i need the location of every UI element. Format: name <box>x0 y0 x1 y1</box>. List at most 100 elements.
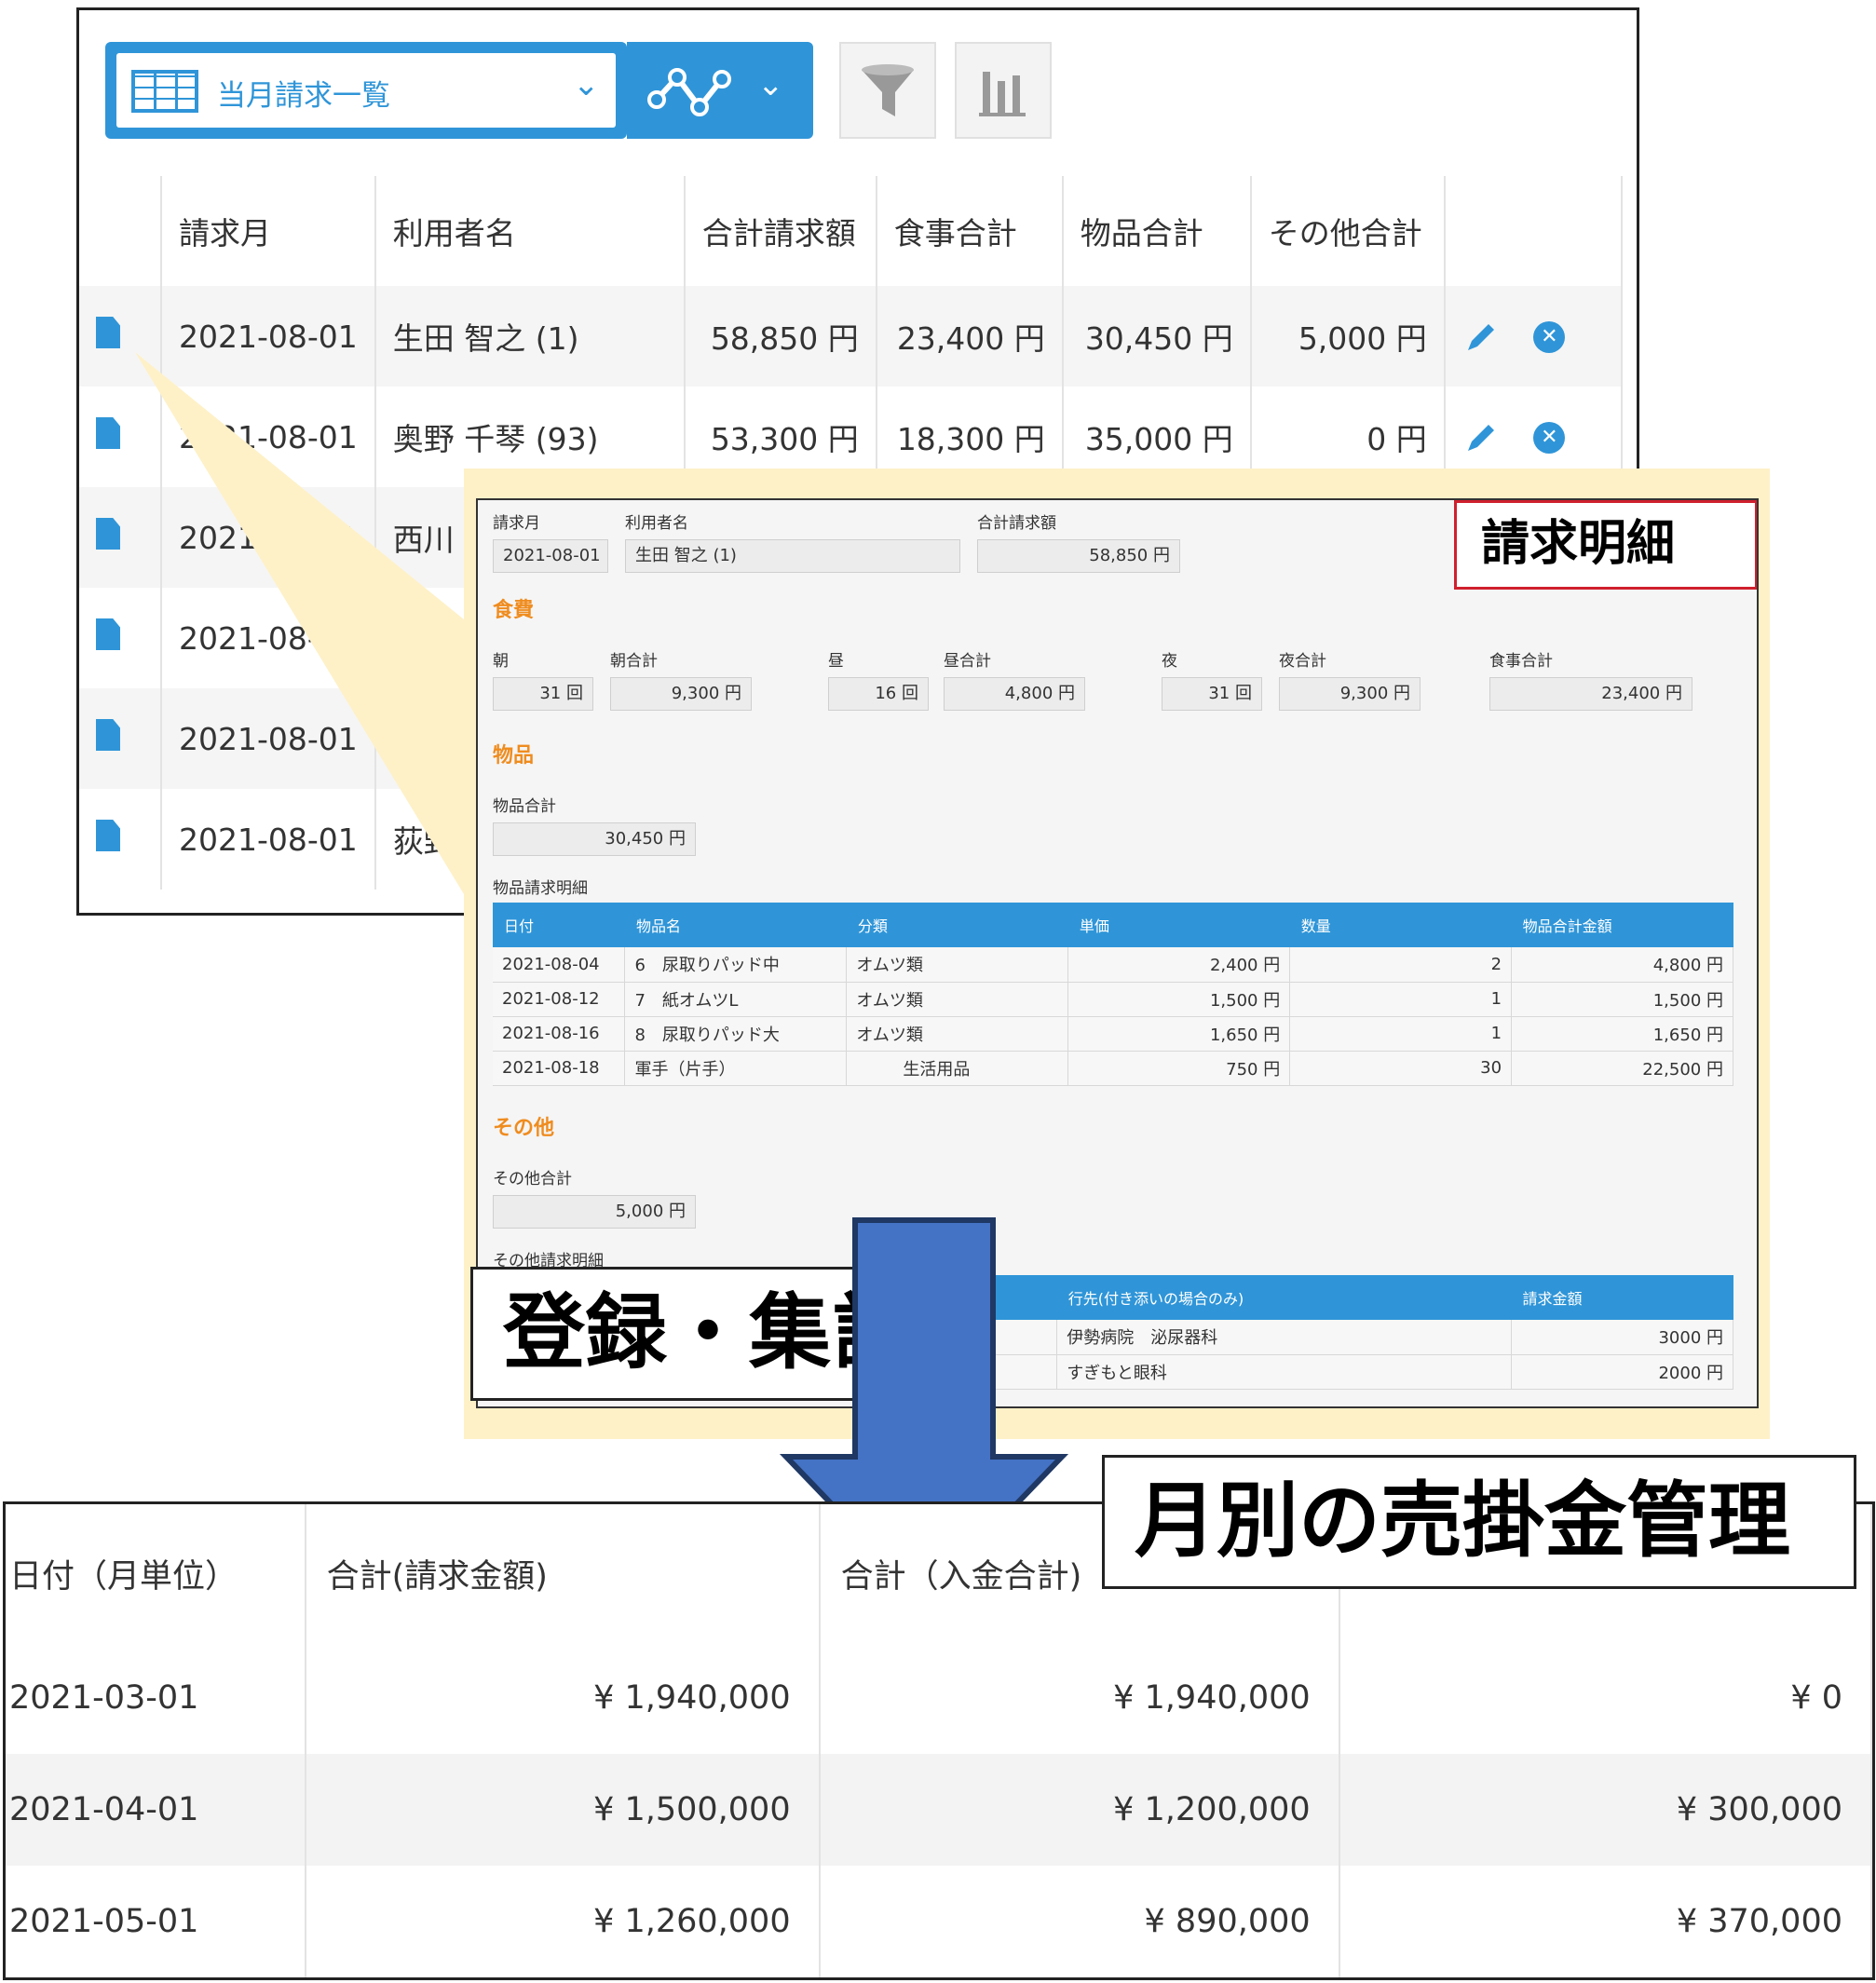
column-header: 分類 <box>846 903 1068 947</box>
cell-balance: ¥ 0 <box>1339 1642 1872 1754</box>
field-label: 食事合計 <box>1489 652 1553 671</box>
cell-month: 2021-05-01 <box>6 1866 306 1977</box>
cell-item: 軍手（片手） <box>624 1051 848 1086</box>
cell-date: 2021-08-18 <box>493 1051 626 1086</box>
column-header: 単価 <box>1067 903 1290 947</box>
graph-menu-button[interactable]: ⌄ <box>627 42 813 139</box>
cell-billed: ¥ 1,260,000 <box>305 1866 821 1977</box>
column-header[interactable]: 利用者名 <box>374 176 686 286</box>
cell-amount: 4,800 円 <box>1511 947 1733 983</box>
name-field[interactable]: 生田 智之 (1) <box>625 539 960 573</box>
table-row: 2021-05-01 ¥ 1,260,000 ¥ 890,000 ¥ 370,0… <box>6 1866 1872 1977</box>
document-icon[interactable] <box>96 618 120 650</box>
cell-date: 2021-08-12 <box>493 982 626 1017</box>
column-header-icon <box>79 176 162 286</box>
column-header-actions <box>1444 176 1623 286</box>
morning-total-field[interactable]: 9,300 円 <box>610 677 752 711</box>
column-header[interactable]: 合計請求額 <box>684 176 877 286</box>
section-title-other: その他 <box>493 1117 555 1140</box>
close-circle-icon[interactable]: ✕ <box>1533 320 1566 353</box>
column-header[interactable]: その他合計 <box>1250 176 1446 286</box>
cell-month: 2021-08-01 <box>161 588 376 688</box>
cell-name: 生田 智之 (1) <box>374 286 686 387</box>
cell-unit-price: 2,400 円 <box>1067 947 1291 983</box>
cell-month: 2021-08-01 <box>161 387 376 487</box>
chart-button[interactable] <box>955 42 1052 139</box>
morning-count-field[interactable]: 31 回 <box>493 677 593 711</box>
goods-total-field[interactable]: 30,450 円 <box>493 822 696 856</box>
column-header[interactable]: 食事合計 <box>876 176 1064 286</box>
cell-goods: 30,450 円 <box>1062 286 1252 387</box>
close-circle-icon[interactable]: ✕ <box>1533 421 1566 454</box>
column-header[interactable]: 合計(請求金額) <box>305 1504 821 1642</box>
field-label: その他合計 <box>493 1170 572 1188</box>
pencil-icon[interactable] <box>1462 419 1500 456</box>
document-icon[interactable] <box>96 417 120 449</box>
cell-qty: 30 <box>1289 1051 1513 1086</box>
table-row[interactable]: 2021-08-01 生田 智之 (1) 58,850 円 23,400 円 3… <box>79 286 1623 387</box>
line-chart-icon <box>647 68 731 116</box>
field-label: 請求月 <box>493 514 540 533</box>
cell-qty: 1 <box>1289 1016 1513 1052</box>
cell-amount: 22,500 円 <box>1511 1051 1733 1086</box>
cell-billed: ¥ 1,940,000 <box>305 1642 821 1754</box>
cell-qty: 2 <box>1289 947 1513 983</box>
cell-unit-price: 750 円 <box>1067 1051 1291 1086</box>
total-field[interactable]: 58,850 円 <box>977 539 1180 573</box>
other-total-field[interactable]: 5,000 円 <box>493 1195 696 1229</box>
night-count-field[interactable]: 31 回 <box>1162 677 1262 711</box>
cell-paid: ¥ 890,000 <box>819 1866 1340 1977</box>
field-label: 利用者名 <box>625 514 688 533</box>
noon-total-field[interactable]: 4,800 円 <box>944 677 1085 711</box>
table-row: 2021-04-01 ¥ 1,500,000 ¥ 1,200,000 ¥ 300… <box>6 1754 1872 1866</box>
document-icon[interactable] <box>96 317 120 348</box>
table-row: 2021-08-18 軍手（片手） 生活用品 750 円 30 22,500 円 <box>493 1051 1733 1086</box>
table-header-row: 請求月 利用者名 合計請求額 食事合計 物品合計 その他合計 <box>79 176 1623 286</box>
cell-month: 2021-08-01 <box>161 286 376 387</box>
cell-amount: 3000 円 <box>1511 1320 1733 1355</box>
column-header: 数量 <box>1289 903 1512 947</box>
cell-meal: 23,400 円 <box>876 286 1064 387</box>
document-icon[interactable] <box>96 820 120 851</box>
cell-item: 6 尿取りパッド中 <box>624 947 848 983</box>
cell-date: 2021-08-16 <box>493 1016 626 1052</box>
cell-amount: 2000 円 <box>1511 1354 1733 1390</box>
cell-item: 7 紙オムツL <box>624 982 848 1017</box>
noon-count-field[interactable]: 16 回 <box>828 677 929 711</box>
meal-total-field[interactable]: 23,400 円 <box>1489 677 1692 711</box>
cell-balance: ¥ 300,000 <box>1339 1754 1872 1866</box>
cell-amount: 1,650 円 <box>1511 1016 1733 1052</box>
cell-date: 2021-08-04 <box>493 947 626 983</box>
document-icon[interactable] <box>96 719 120 751</box>
field-label: 夜合計 <box>1279 652 1326 671</box>
field-label: 朝 <box>493 652 509 671</box>
field-label: 昼合計 <box>944 652 991 671</box>
cell-month: 2021-08-01 <box>161 487 376 588</box>
cell-category: オムツ類 <box>846 982 1069 1017</box>
cell-destination: すぎもと眼科 <box>1056 1354 1513 1390</box>
view-selector-field[interactable]: 当月請求一覧 ⌄ <box>116 53 616 128</box>
field-label: 物品合計 <box>493 797 556 816</box>
cell-category: オムツ類 <box>846 1016 1069 1052</box>
pencil-icon[interactable] <box>1462 319 1500 356</box>
field-label: 合計請求額 <box>977 514 1056 533</box>
filter-button[interactable] <box>839 42 936 139</box>
column-header[interactable]: 日付（月単位） <box>6 1504 306 1642</box>
cell-month: 2021-08-01 <box>161 688 376 789</box>
table-icon <box>131 70 198 113</box>
column-header[interactable]: 物品合計 <box>1062 176 1252 286</box>
document-icon[interactable] <box>96 518 120 550</box>
month-field[interactable]: 2021-08-01 <box>493 539 608 573</box>
column-header[interactable]: 請求月 <box>161 176 376 286</box>
cell-paid: ¥ 1,940,000 <box>819 1642 1340 1754</box>
section-title-goods: 物品 <box>493 744 535 767</box>
monthly-receivables-label: 月別の売掛金管理 <box>1102 1455 1856 1589</box>
view-selector[interactable]: 当月請求一覧 ⌄ <box>105 42 627 139</box>
night-total-field[interactable]: 9,300 円 <box>1279 677 1421 711</box>
table-label: 物品請求明細 <box>493 879 588 898</box>
field-label: 夜 <box>1162 652 1177 671</box>
table-row: 2021-03-01 ¥ 1,940,000 ¥ 1,940,000 ¥ 0 <box>6 1642 1872 1754</box>
field-label: 昼 <box>828 652 844 671</box>
view-name: 当月請求一覧 <box>217 79 390 113</box>
column-header: 請求金額 <box>1511 1275 1733 1320</box>
